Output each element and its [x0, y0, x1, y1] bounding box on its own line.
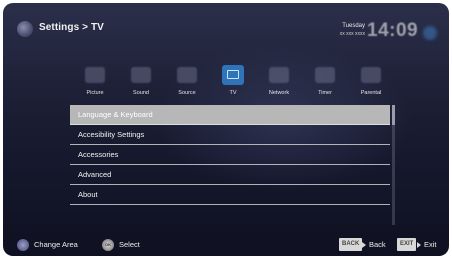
picture-icon	[85, 67, 105, 83]
tab-network[interactable]: Network	[257, 65, 301, 101]
tab-label: Timer	[318, 90, 332, 96]
clock-time: 14:09	[367, 20, 419, 41]
settings-app-icon	[17, 21, 33, 37]
dpad-icon	[17, 239, 29, 251]
menu-scrollbar[interactable]	[392, 105, 395, 225]
tab-picture[interactable]: Picture	[73, 65, 117, 101]
menu-item-about[interactable]: About	[70, 185, 390, 205]
menu-item-accessories[interactable]: Accessories	[70, 145, 390, 165]
timer-icon	[315, 67, 335, 83]
source-icon	[177, 67, 197, 83]
back-key-badge: BACK	[339, 238, 363, 251]
menu-item-language-keyboard[interactable]: Language & Keyboard	[70, 105, 390, 125]
breadcrumb: Settings > TV	[39, 22, 104, 33]
tv-settings-screen: Settings > TV Tuesday xx xxx xxxx 14:09 …	[3, 3, 449, 256]
exit-hint: Exit	[424, 240, 437, 249]
menu-item-accessibility-settings[interactable]: Accesibility Settings	[70, 125, 390, 145]
tab-label: Parental	[360, 90, 382, 96]
header: Settings > TV Tuesday xx xxx xxxx 14:09	[3, 3, 449, 55]
tab-label: Source	[178, 90, 196, 96]
parental-icon	[361, 67, 381, 83]
tab-label: Network	[268, 90, 290, 96]
tab-label: TV	[229, 90, 237, 96]
tab-label: Picture	[86, 90, 104, 96]
tab-timer[interactable]: Timer	[303, 65, 347, 101]
select-hint: Select	[119, 240, 140, 249]
change-area-hint: Change Area	[34, 240, 78, 249]
date-date: xx xxx xxxx	[339, 31, 365, 37]
category-bar: Picture Sound Source TV Network Timer Pa…	[73, 65, 393, 101]
tv-icon	[222, 65, 244, 85]
exit-arrow-icon	[417, 242, 421, 248]
network-icon	[269, 67, 289, 83]
tab-source[interactable]: Source	[165, 65, 209, 101]
tab-label: Sound	[133, 90, 149, 96]
sound-icon	[131, 67, 151, 83]
exit-key-badge: EXIT	[397, 238, 417, 251]
ok-button-icon: OK	[102, 239, 114, 251]
settings-menu: Language & Keyboard Accesibility Setting…	[70, 105, 390, 205]
status-indicator-icon	[423, 26, 437, 40]
footer-hints: Change Area OK Select BACK Back EXIT Exi…	[3, 235, 449, 256]
clock-widget: Tuesday xx xxx xxxx 14:09	[313, 17, 423, 43]
scrollbar-thumb[interactable]	[392, 105, 395, 125]
date-day: Tuesday	[342, 23, 365, 29]
back-hint: Back	[369, 240, 386, 249]
tab-sound[interactable]: Sound	[119, 65, 163, 101]
tab-tv[interactable]: TV	[211, 65, 255, 101]
menu-item-advanced[interactable]: Advanced	[70, 165, 390, 185]
back-arrow-icon	[362, 242, 366, 248]
tab-parental[interactable]: Parental	[349, 65, 393, 101]
